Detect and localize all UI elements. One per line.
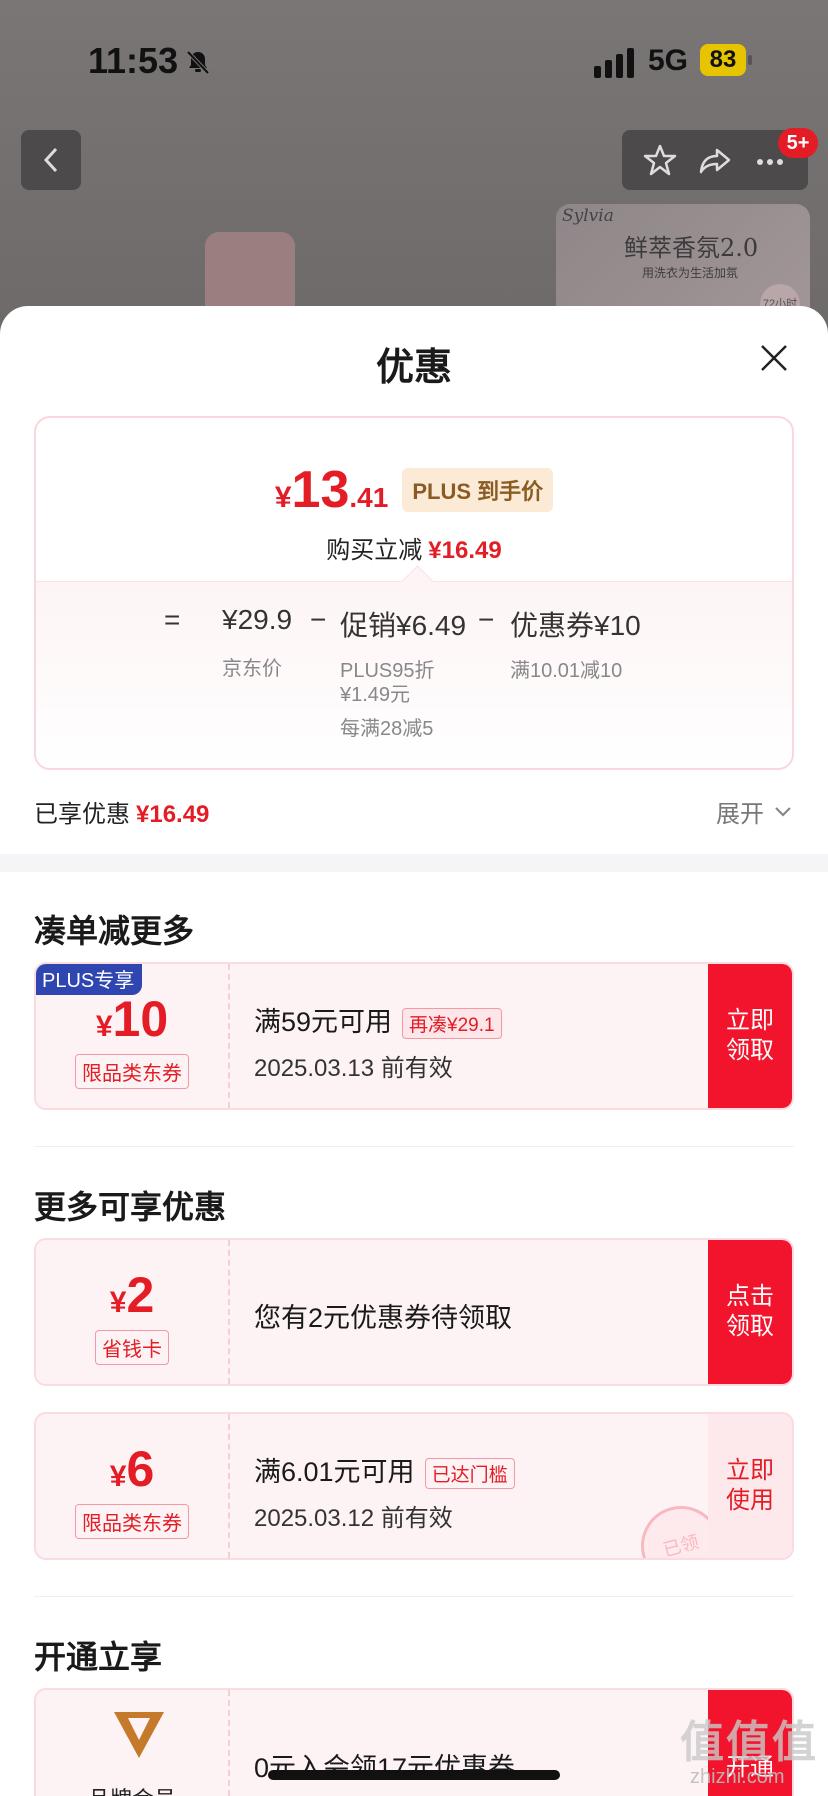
home-indicator[interactable] <box>268 1770 560 1780</box>
coupon-type: 限品类东券 <box>75 1504 189 1539</box>
formula-minus: − <box>478 604 495 635</box>
brand-member-label: 品牌会员 <box>82 1780 182 1796</box>
banner-title: 鲜萃香氛2.0 <box>624 234 759 262</box>
status-bar: 11:53 5G 83 <box>0 0 828 120</box>
back-button[interactable] <box>21 130 81 190</box>
coupon-value: 6 <box>126 1441 155 1497</box>
section-title-more-offers: 更多可享优惠 <box>34 1189 227 1225</box>
plus-price-tag: PLUS 到手价 <box>402 468 554 512</box>
jd-price-label: 京东价 <box>222 658 282 680</box>
section-title-membership: 开通立享 <box>34 1639 163 1675</box>
coupon-value-area: ¥2 省钱卡 <box>36 1240 230 1384</box>
coupon-card-savings: ¥2 省钱卡 您有2元优惠券待领取 点击 领取 <box>34 1238 794 1386</box>
final-price-area: ¥ 13 .41 PLUS 到手价 购买立减 ¥16.49 <box>36 418 792 581</box>
jd-price: ¥29.9 <box>222 604 293 635</box>
watermark-sub: zhizhi.com <box>690 1766 785 1788</box>
coupon-amount: ¥6 <box>36 1440 228 1498</box>
coupon-condition-text: 满59元可用 <box>254 1007 393 1037</box>
banner-subtitle: 用洗衣为生活加氛 <box>642 266 739 280</box>
section-title-more-order: 凑单减更多 <box>34 913 195 949</box>
chevron-left-icon <box>43 147 58 173</box>
saving-amount: ¥16.49 <box>428 537 502 564</box>
coupon-currency: ¥ <box>109 1286 127 1319</box>
notification-badge: 5+ <box>778 128 818 158</box>
signal-icon <box>594 48 634 78</box>
final-price: ¥ 13 .41 PLUS 到手价 <box>36 460 792 520</box>
coupon-condition: 满6.01元可用 已达门槛 <box>254 1450 515 1490</box>
promo-detail: 每满28减5 <box>340 718 434 740</box>
coupon-text: 您有2元优惠券待领取 <box>254 1303 513 1333</box>
coupon-type: 省钱卡 <box>95 1330 169 1365</box>
section-divider <box>0 854 828 872</box>
coupon-condition-text: 满6.01元可用 <box>254 1457 415 1487</box>
formula-minus: − <box>310 604 327 635</box>
star-icon[interactable] <box>642 142 678 178</box>
saving-label: 购买立减 <box>326 537 423 564</box>
coupon-value-area: ¥6 限品类东券 <box>36 1414 230 1558</box>
brand-member-area: 品牌会员 <box>36 1690 230 1796</box>
divider <box>34 1596 794 1597</box>
coupon-value: 10 <box>112 991 169 1047</box>
coupon-amount: ¥2 <box>36 1266 228 1324</box>
coupon-detail: 满10.01减10 <box>510 660 623 682</box>
coupon-chip: 再凑¥29.1 <box>402 1008 502 1040</box>
promo-detail: ¥1.49元 <box>340 684 411 706</box>
click-claim-button[interactable]: 点击 领取 <box>708 1240 792 1384</box>
coupon-condition: 满59元可用 再凑¥29.1 <box>254 1000 502 1040</box>
coupon-validity: 2025.03.12 前有效 <box>254 1505 453 1532</box>
coupon-chip: 已达门槛 <box>424 1458 515 1490</box>
promo-amount: 促销¥6.49 <box>340 610 467 641</box>
coupon-currency: ¥ <box>109 1460 127 1493</box>
watermark: 值值值 <box>680 1718 818 1767</box>
expand-button[interactable]: 展开 <box>716 794 792 829</box>
instant-saving: 购买立减 ¥16.49 <box>36 530 792 565</box>
coupon-type: 限品类东券 <box>75 1054 189 1089</box>
banner-logo: Sylvia <box>562 206 614 226</box>
use-now-button[interactable]: 立即 使用 <box>708 1414 792 1558</box>
price-formula: = ¥29.9 − 促销¥6.49 − 优惠券¥10 京东价 PLUS95折 ¥… <box>36 581 792 768</box>
expand-label: 展开 <box>716 801 764 828</box>
divider <box>34 1146 794 1147</box>
silent-bell-icon <box>186 50 210 75</box>
coupon-amount: ¥10 <box>36 990 228 1048</box>
enjoyed-label: 已享优惠 <box>34 801 130 828</box>
enjoyed-amount: ¥16.49 <box>136 801 210 828</box>
status-time: 11:53 <box>88 40 179 81</box>
price-decimal: .41 <box>349 482 389 513</box>
coupon-value: 2 <box>126 1267 155 1323</box>
coupon-card-category: ¥6 限品类东券 满6.01元可用 已达门槛 2025.03.12 前有效 已领 … <box>34 1412 794 1560</box>
coupon-card-plus: ¥10 限品类东券 PLUS专享 满59元可用 再凑¥29.1 2025.03.1… <box>34 962 794 1110</box>
network-type: 5G <box>648 44 689 77</box>
claim-coupon-button[interactable]: 立即 领取 <box>708 964 792 1108</box>
coupon-amount: 优惠券¥10 <box>510 610 641 641</box>
coupon-currency: ¥ <box>95 1010 113 1043</box>
price-breakdown-card: ¥ 13 .41 PLUS 到手价 购买立减 ¥16.49 = ¥29.9 − 促… <box>34 416 794 770</box>
brand-v-logo-icon <box>114 1712 164 1758</box>
formula-equals: = <box>164 604 181 635</box>
battery-icon: 83 <box>700 44 752 76</box>
price-currency: ¥ <box>274 481 292 514</box>
sheet-title: 优惠 <box>375 347 452 389</box>
plus-exclusive-badge: PLUS专享 <box>36 964 143 995</box>
chevron-down-icon <box>775 806 791 817</box>
product-page-background: 11:53 5G 83 5+ Sylvia 鲜萃香氛2.0 用洗衣为生活加氛 7… <box>0 0 828 330</box>
discount-sheet: 优惠 ¥ 13 .41 PLUS 到手价 购买立减 ¥16.49 = ¥29.9 … <box>0 306 828 1796</box>
close-icon[interactable] <box>758 342 790 374</box>
share-icon[interactable] <box>697 142 733 178</box>
coupon-validity: 2025.03.13 前有效 <box>254 1055 453 1082</box>
enjoyed-discount: 已享优惠 ¥16.49 <box>34 794 209 829</box>
price-integer: 13 <box>291 461 350 519</box>
